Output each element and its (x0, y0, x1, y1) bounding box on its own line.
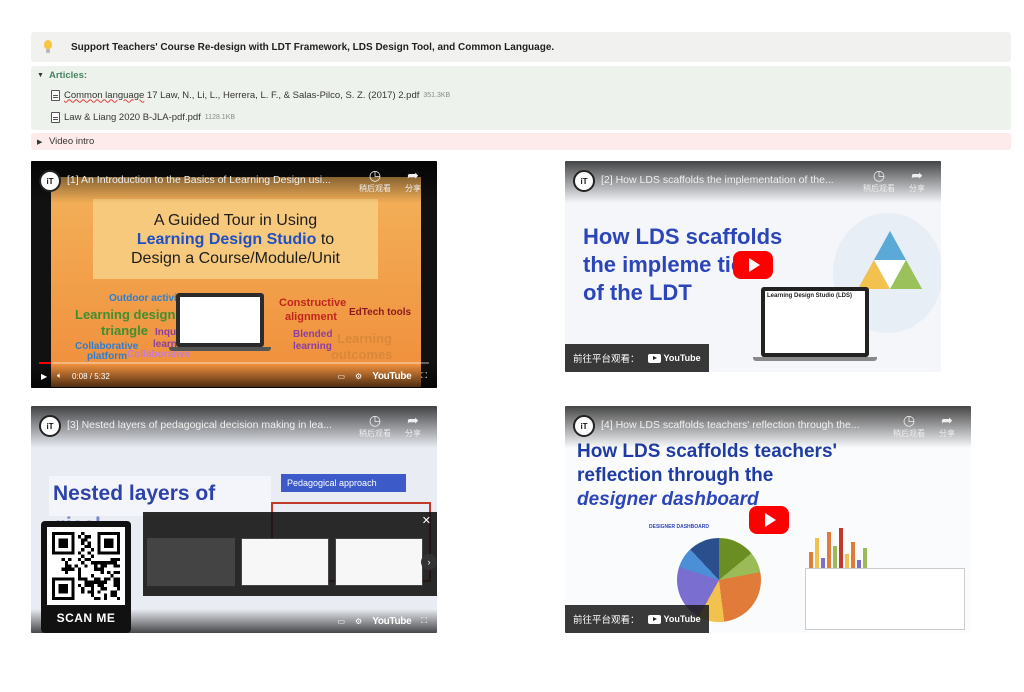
video-embed-1[interactable]: A Guided Tour in Using Learning Design S… (31, 161, 437, 388)
share-icon: ➦ (941, 412, 953, 428)
keyword: EdTech tools (349, 307, 412, 318)
play-icon[interactable]: ▶ (41, 372, 47, 381)
keyword: Constructive (279, 297, 347, 309)
video-intro-label: Video intro (49, 136, 95, 147)
youtube-play-button[interactable] (749, 506, 789, 534)
keyword: learning (293, 341, 332, 352)
channel-avatar[interactable]: iT (573, 170, 595, 192)
suggested-video-card[interactable] (147, 538, 235, 586)
thumbnail-headline: Nested layers of (49, 476, 271, 516)
chevron-right-icon[interactable]: › (421, 554, 437, 570)
file-name[interactable]: Common language 17 Law, N., Li, L., Herr… (64, 90, 419, 101)
qr-code (47, 527, 125, 605)
callout-text: Support Teachers' Course Re-design with … (71, 41, 555, 53)
video-top-bar: iT [2] How LDS scaffolds the implementat… (565, 161, 941, 203)
watch-later-button[interactable]: ◷ 稍后观看 (893, 412, 925, 439)
video-top-bar: iT [4] How LDS scaffolds teachers' refle… (565, 406, 971, 448)
volume-icon[interactable]: 🔈︎ (57, 371, 62, 381)
laptop-base (753, 357, 877, 361)
channel-avatar[interactable]: iT (573, 415, 595, 437)
subtitles-icon[interactable]: ▭ (337, 372, 345, 381)
table-image (805, 568, 965, 630)
watch-on-youtube-button[interactable]: 前往平台观看： YouTube (565, 605, 709, 633)
file-icon (51, 89, 60, 101)
watch-later-button[interactable]: ◷ 稍后观看 (863, 167, 895, 194)
articles-heading: Articles: (49, 70, 88, 81)
watch-later-button[interactable]: ◷ 稍后观看 (359, 167, 391, 194)
video-intro-toggle[interactable]: ▶ Video intro (31, 133, 1011, 150)
suggested-video-card[interactable] (241, 538, 329, 586)
keyword: triangle (101, 323, 148, 338)
file-attachment[interactable]: Common language 17 Law, N., Li, L., Herr… (31, 84, 1011, 106)
video-top-bar: iT [1] An Introduction to the Basics of … (31, 161, 437, 203)
dashboard-label: DESIGNER DASHBOARD (649, 524, 710, 530)
video-title[interactable]: [4] How LDS scaffolds teachers' reflecti… (601, 419, 860, 431)
channel-avatar[interactable]: iT (39, 170, 61, 192)
clock-icon: ◷ (368, 412, 382, 428)
lightbulb-icon (41, 40, 55, 54)
keyword: Blended (293, 329, 333, 340)
clock-icon: ◷ (872, 167, 886, 183)
share-icon: ➦ (407, 167, 419, 183)
file-name[interactable]: Law & Liang 2020 B-JLA-pdf.pdf (64, 112, 201, 123)
fullscreen-icon[interactable]: ⛶ (421, 616, 427, 626)
subtitles-icon[interactable]: ▭ (337, 617, 345, 626)
scan-me-label: SCAN ME (56, 611, 116, 625)
laptop-image: Learning Design Studio (LDS) (761, 287, 869, 357)
end-screen-cards: ✕ › (143, 512, 437, 596)
triangle-down-icon[interactable]: ▼ (37, 72, 49, 79)
slide-title-box: A Guided Tour in Using Learning Design S… (93, 199, 378, 279)
player-controls: ▶ 🔈︎ 0:08 / 5:32 ▭ ⚙ YouTube ⛶ (31, 364, 437, 388)
video-title[interactable]: [3] Nested layers of pedagogical decisio… (67, 419, 332, 431)
laptop-image (176, 293, 264, 347)
bar-chart-image (809, 524, 871, 572)
clock-icon: ◷ (902, 412, 916, 428)
youtube-play-button[interactable] (733, 251, 773, 279)
watch-on-youtube-button[interactable]: 前往平台观看： YouTube (565, 344, 709, 372)
clock-icon: ◷ (368, 167, 382, 183)
video-title[interactable]: [2] How LDS scaffolds the implementation… (601, 174, 834, 186)
youtube-logo[interactable]: YouTube (372, 616, 412, 627)
suggested-video-card[interactable] (335, 538, 423, 586)
qr-code-badge: SCAN ME (41, 521, 131, 633)
settings-icon[interactable]: ⚙ (355, 372, 362, 381)
keyword: outcomes (331, 347, 393, 362)
channel-avatar[interactable]: iT (39, 415, 61, 437)
youtube-icon (647, 353, 661, 363)
share-button[interactable]: ➦ 分享 (909, 167, 925, 194)
youtube-icon (647, 614, 661, 624)
keyword: Learning (337, 331, 392, 346)
articles-toggle-header[interactable]: ▼ Articles: (31, 66, 1011, 84)
keyword: Learning design (75, 307, 176, 322)
callout-block: Support Teachers' Course Re-design with … (31, 32, 1011, 62)
close-icon[interactable]: ✕ (422, 514, 431, 527)
keyword: alignment (285, 311, 337, 323)
laptop-base (169, 347, 271, 351)
articles-toggle: ▼ Articles: Common language 17 Law, N., … (31, 66, 1011, 130)
share-button[interactable]: ➦ 分享 (405, 167, 421, 194)
thumbnail-headline: How LDS scaffolds teachers' reflection t… (577, 441, 838, 510)
share-icon: ➦ (407, 412, 419, 428)
video-embed-3[interactable]: Nested layers of gical Pedagogical appro… (31, 406, 437, 633)
settings-icon[interactable]: ⚙ (355, 617, 362, 626)
share-icon: ➦ (911, 167, 923, 183)
share-button[interactable]: ➦ 分享 (405, 412, 421, 439)
pedagogical-approach-label: Pedagogical approach (281, 474, 406, 492)
time-display: 0:08 / 5:32 (71, 371, 110, 381)
video-embed-2[interactable]: How LDS scaffolds the impleme tion of th… (565, 161, 941, 372)
file-size: 351.3KB (423, 91, 451, 99)
file-attachment[interactable]: Law & Liang 2020 B-JLA-pdf.pdf 1128.1KB (31, 106, 1011, 128)
video-title[interactable]: [1] An Introduction to the Basics of Lea… (67, 174, 331, 186)
watch-later-button[interactable]: ◷ 稍后观看 (359, 412, 391, 439)
file-size: 1128.1KB (204, 113, 236, 121)
file-icon (51, 111, 60, 123)
video-top-bar: iT [3] Nested layers of pedagogical deci… (31, 406, 437, 448)
triangle-right-icon[interactable]: ▶ (37, 138, 49, 146)
keyword: platform (87, 351, 127, 362)
fullscreen-icon[interactable]: ⛶ (421, 371, 427, 381)
video-embed-4[interactable]: How LDS scaffolds teachers' reflection t… (565, 406, 971, 633)
share-button[interactable]: ➦ 分享 (939, 412, 955, 439)
youtube-logo[interactable]: YouTube (372, 371, 412, 382)
